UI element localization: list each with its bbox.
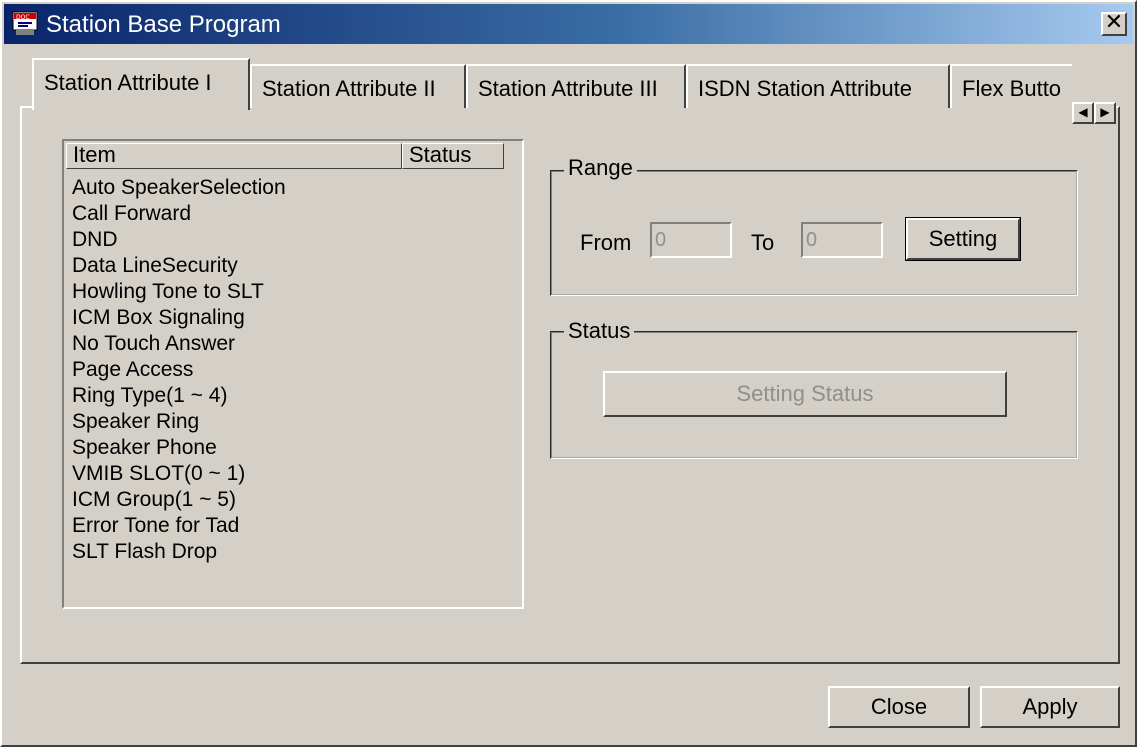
list-item[interactable]: ICM Group(1 ~ 5) xyxy=(72,487,286,513)
tab-label: Station Attribute III xyxy=(478,76,658,101)
list-item[interactable]: Ring Type(1 ~ 4) xyxy=(72,383,286,409)
list-item[interactable]: Error Tone for Tad xyxy=(72,513,286,539)
range-group-label: Range xyxy=(564,155,637,181)
list-item[interactable]: Speaker Phone xyxy=(72,435,286,461)
window-title: Station Base Program xyxy=(46,11,281,38)
arrow-left-icon: ◀ xyxy=(1078,105,1088,119)
tab-flex-button[interactable]: Flex Butto xyxy=(950,64,1072,108)
tab-label: Flex Butto xyxy=(962,76,1062,101)
list-item[interactable]: Auto SpeakerSelection xyxy=(72,175,286,201)
to-field[interactable]: 0 xyxy=(801,222,883,258)
list-item[interactable]: Howling Tone to SLT xyxy=(72,279,286,305)
station-base-program-window: DOC Station Base Program ✕ Station Attri… xyxy=(0,0,1137,747)
close-window-button[interactable]: ✕ xyxy=(1101,12,1127,36)
from-field[interactable]: 0 xyxy=(650,222,732,258)
tab-isdn-station-attribute[interactable]: ISDN Station Attribute xyxy=(686,64,950,108)
attribute-items: Auto SpeakerSelection Call Forward DND D… xyxy=(72,175,286,565)
svg-text:DOC: DOC xyxy=(16,14,30,21)
close-button[interactable]: Close xyxy=(828,686,970,728)
list-item[interactable]: Data LineSecurity xyxy=(72,253,286,279)
list-item[interactable]: Call Forward xyxy=(72,201,286,227)
tab-scroll-right-button[interactable]: ▶ xyxy=(1094,102,1116,124)
tab-station-attribute-3[interactable]: Station Attribute III xyxy=(466,64,686,108)
tab-label: ISDN Station Attribute xyxy=(698,76,912,101)
tab-label: Station Attribute I xyxy=(44,70,212,95)
close-icon: ✕ xyxy=(1104,10,1124,35)
from-label: From xyxy=(580,230,632,255)
apply-button[interactable]: Apply xyxy=(980,686,1120,728)
list-item[interactable]: VMIB SLOT(0 ~ 1) xyxy=(72,461,286,487)
tab-label: Station Attribute II xyxy=(262,76,436,101)
list-item[interactable]: Page Access xyxy=(72,357,286,383)
list-item[interactable]: No Touch Answer xyxy=(72,331,286,357)
column-header-status[interactable]: Status xyxy=(402,143,504,169)
title-bar[interactable]: DOC Station Base Program ✕ xyxy=(4,4,1133,44)
arrow-right-icon: ▶ xyxy=(1100,105,1110,119)
list-item[interactable]: SLT Flash Drop xyxy=(72,539,286,565)
list-item[interactable]: Speaker Ring xyxy=(72,409,286,435)
tab-station-attribute-1[interactable]: Station Attribute I xyxy=(32,58,250,110)
status-group-label: Status xyxy=(564,318,635,344)
column-header-item[interactable]: Item xyxy=(66,143,402,169)
to-label: To xyxy=(751,230,775,255)
doc-app-icon: DOC xyxy=(12,11,38,35)
tab-scroll-left-button[interactable]: ◀ xyxy=(1072,102,1094,124)
tab-station-attribute-2[interactable]: Station Attribute II xyxy=(250,64,466,108)
list-item[interactable]: ICM Box Signaling xyxy=(72,305,286,331)
list-item[interactable]: DND xyxy=(72,227,286,253)
setting-button[interactable]: Setting xyxy=(905,217,1021,261)
attribute-list[interactable]: Item Status Auto SpeakerSelection Call F… xyxy=(62,139,524,609)
setting-status-button[interactable]: Setting Status xyxy=(603,371,1007,417)
